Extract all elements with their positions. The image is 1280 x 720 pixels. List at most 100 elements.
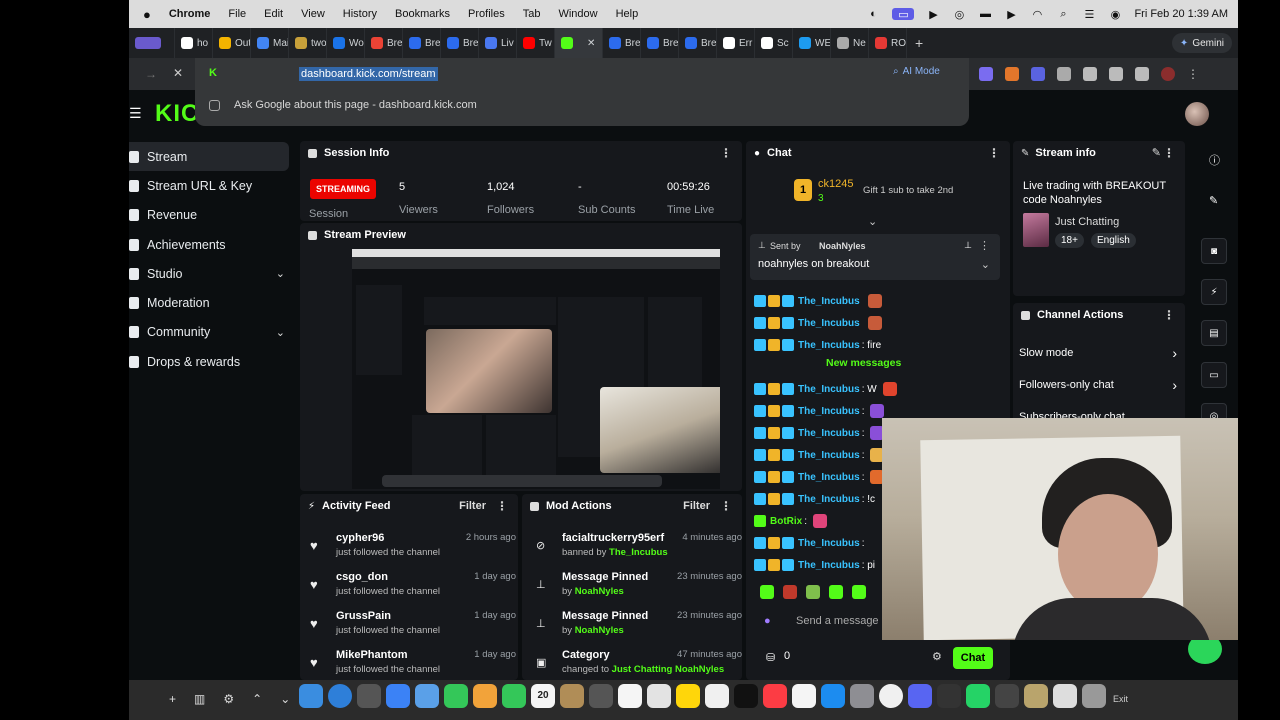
wifi-icon[interactable]: ◠ [1030, 8, 1044, 21]
profile-icon[interactable] [1161, 67, 1175, 81]
mic-icon[interactable]: ● [764, 615, 771, 627]
play-icon[interactable]: ▶ [926, 8, 940, 21]
user-avatar[interactable] [1185, 102, 1209, 126]
chat-username[interactable]: The_Incubus [798, 428, 860, 439]
category-name[interactable]: Just Chatting [1055, 216, 1119, 228]
reading-list-icon[interactable] [1135, 67, 1149, 81]
emote-icon[interactable] [806, 585, 820, 599]
downloads-icon[interactable] [1053, 684, 1077, 708]
news-icon[interactable] [792, 684, 816, 708]
settings-icon[interactable]: ⚙ [932, 650, 942, 663]
kebab-menu-icon[interactable]: ⋮ [1163, 146, 1175, 160]
unpin-icon[interactable]: ⊥ [964, 240, 972, 251]
url-text[interactable]: dashboard.kick.com/stream [299, 67, 438, 81]
activity-username[interactable]: MikePhantom [336, 649, 408, 661]
folder-icon[interactable] [995, 684, 1019, 708]
slow-mode-row[interactable]: Slow mode › [1019, 345, 1179, 361]
emote-icon[interactable] [829, 585, 843, 599]
notes-icon[interactable] [676, 684, 700, 708]
facetime-icon[interactable] [502, 684, 526, 708]
app-icon[interactable] [560, 684, 584, 708]
browser-tab[interactable]: ✕ [555, 28, 603, 58]
chevron-up-icon[interactable]: ⌃ [252, 692, 262, 706]
browser-tab[interactable]: Out [213, 28, 251, 58]
extension-icon-2[interactable] [1005, 67, 1019, 81]
sidebar-item-stream-url-key[interactable]: Stream URL & Key [129, 171, 289, 200]
shield-icon[interactable] [1057, 67, 1071, 81]
webcam-overlay[interactable] [882, 418, 1238, 640]
control-icon[interactable]: ▶ [1004, 8, 1018, 21]
edit-icon[interactable]: ✎ [1152, 146, 1161, 159]
browser-tab[interactable]: Bre [365, 28, 403, 58]
pencil-icon[interactable]: ✎ [1209, 194, 1218, 207]
messages-icon[interactable] [444, 684, 468, 708]
kebab-menu-icon[interactable]: ⋮ [496, 499, 508, 513]
status-icon[interactable]: ◐ [866, 8, 880, 20]
screen-record-icon[interactable]: ▭ [892, 8, 915, 21]
chevron-down-icon[interactable]: ⌄ [280, 692, 290, 706]
kebab-menu-icon[interactable]: ⋮ [979, 239, 990, 252]
chat-username[interactable]: The_Incubus [798, 384, 860, 395]
chat-username[interactable]: The_Incubus [798, 296, 860, 307]
menu-profiles[interactable]: Profiles [468, 8, 505, 20]
reminders-icon[interactable] [618, 684, 642, 708]
menu-file[interactable]: File [228, 8, 246, 20]
help-icon[interactable] [357, 684, 381, 708]
airdrop-icon[interactable]: ◎ [952, 8, 966, 21]
mod-action-name[interactable]: Message Pinned [562, 610, 648, 622]
forward-icon[interactable]: → [145, 67, 157, 81]
category-thumbnail[interactable] [1023, 213, 1049, 247]
gift-sub-text[interactable]: Gift 1 sub to take 2nd [863, 185, 953, 196]
address-bar[interactable]: K dashboard.kick.com/stream [195, 58, 969, 90]
chrome-menu-icon[interactable]: ⋮ [1187, 67, 1201, 81]
chat-username[interactable]: The_Incubus [798, 340, 860, 351]
settings-icon[interactable]: ⚙ [223, 692, 234, 706]
safari-icon[interactable] [328, 684, 352, 708]
kebab-menu-icon[interactable]: ⋮ [988, 146, 1000, 160]
maps-icon[interactable] [415, 684, 439, 708]
browser-tab[interactable]: Mai [251, 28, 289, 58]
sidebar-item-achievements[interactable]: Achievements [129, 230, 289, 259]
browser-tab[interactable]: Sc [755, 28, 793, 58]
control-center-icon[interactable]: ☰ [1082, 8, 1096, 21]
activity-username[interactable]: cypher96 [336, 532, 384, 544]
browser-tab[interactable]: RO [869, 28, 907, 58]
system-settings-icon[interactable] [850, 684, 874, 708]
sidebar-item-stream[interactable]: Stream [129, 142, 289, 172]
followers-only-row[interactable]: Followers-only chat › [1019, 377, 1179, 393]
browser-tab[interactable]: ho [175, 28, 213, 58]
apple-icon[interactable]: ● [143, 7, 151, 22]
info-icon[interactable]: ⓘ [1209, 152, 1220, 168]
menu-edit[interactable]: Edit [264, 8, 283, 20]
stop-loading-icon[interactable]: ✕ [173, 66, 183, 80]
activity-filter-button[interactable]: Filter [459, 500, 486, 512]
sidebar-item-moderation[interactable]: Moderation [129, 288, 289, 317]
sidebar-item-revenue[interactable]: Revenue [129, 201, 289, 230]
chat-username[interactable]: The_Incubus [798, 472, 860, 483]
rail-button-1[interactable]: ◙ [1201, 238, 1227, 264]
gemini-button[interactable]: ✦ Gemini [1171, 33, 1232, 53]
ai-mode-button[interactable]: ⌕ AI Mode [893, 66, 940, 77]
browser-tab[interactable]: Bre [641, 28, 679, 58]
search-icon[interactable]: ⌕ [1056, 8, 1070, 20]
pinned-author[interactable]: NoahNyles [819, 241, 866, 251]
menu-help[interactable]: Help [616, 8, 639, 20]
emote-icon[interactable] [760, 585, 774, 599]
trash-icon[interactable]: ▥ [194, 692, 205, 706]
close-tab-icon[interactable]: ✕ [587, 38, 595, 49]
browser-tab[interactable]: Liv [479, 28, 517, 58]
scroll-down-icon[interactable]: ⌄ [868, 215, 877, 228]
mod-action-by[interactable]: Just Chatting [612, 664, 673, 675]
tab-group-chip[interactable] [129, 28, 175, 58]
new-tab-button[interactable]: + [915, 35, 923, 51]
gifter-name[interactable]: ck1245 [818, 178, 853, 190]
menu-window[interactable]: Window [558, 8, 597, 20]
browser-tab[interactable]: Tw [517, 28, 555, 58]
activity-username[interactable]: GrussPain [336, 610, 391, 622]
emote-icon[interactable] [783, 585, 797, 599]
chevron-down-icon[interactable]: ⌄ [276, 267, 285, 280]
browser-tab[interactable]: Wo [327, 28, 365, 58]
chat-username[interactable]: BotRix [770, 516, 802, 527]
kebab-menu-icon[interactable]: ⋮ [720, 499, 732, 513]
new-messages-divider[interactable]: New messages [826, 357, 901, 369]
